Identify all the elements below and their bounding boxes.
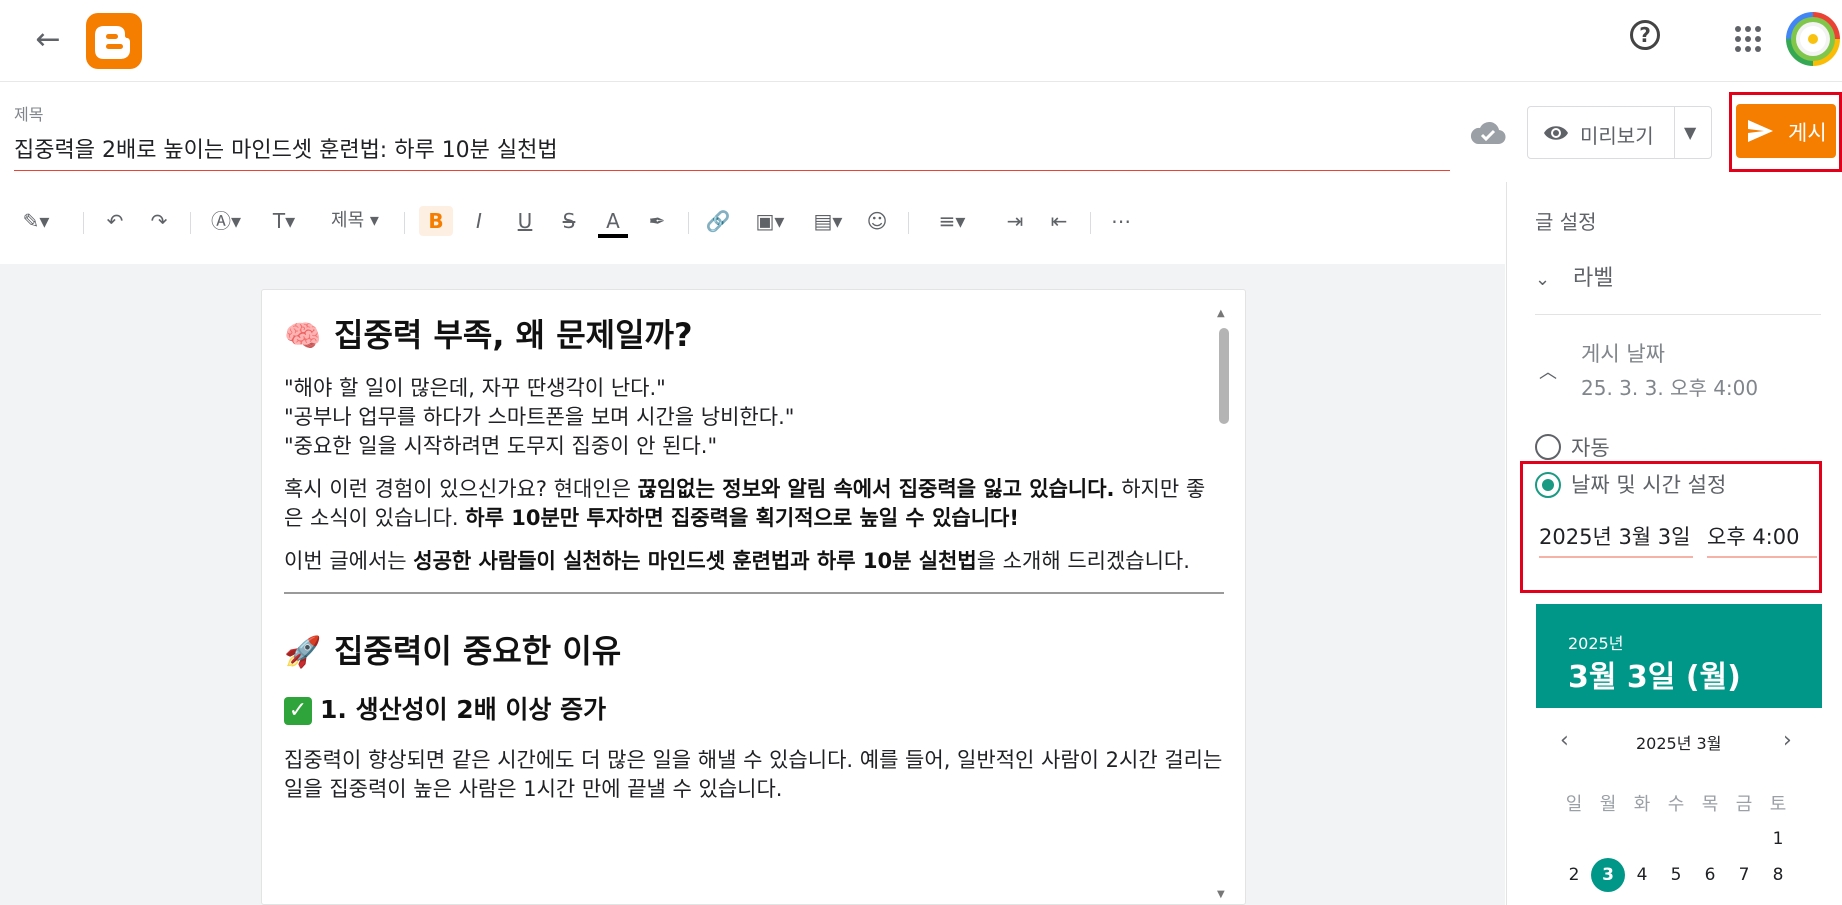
preview-label: 미리보기 xyxy=(1580,124,1654,148)
cloud-saved-icon xyxy=(1470,121,1506,145)
video-icon[interactable]: ▤▾ xyxy=(806,206,850,236)
underline-button[interactable]: U xyxy=(510,206,540,236)
highlight-date-box xyxy=(1520,461,1822,593)
blogger-b-icon xyxy=(95,26,130,59)
subheading-1: ✓ 1. 생산성이 2배 이상 증가 xyxy=(284,690,1224,726)
heading-2: 🚀 집중력이 중요한 이유 xyxy=(284,632,622,670)
editor-document[interactable]: 🧠 집중력 부족, 왜 문제일까? "해야 할 일이 많은데, 자꾸 딴생각이 난… xyxy=(261,289,1246,905)
calendar-month-label: 2025년 3월 xyxy=(1636,734,1722,753)
calendar-day[interactable]: 4 xyxy=(1625,858,1659,892)
bold-button[interactable]: B xyxy=(419,206,453,236)
italic-button[interactable]: I xyxy=(464,206,494,236)
undo-icon[interactable]: ↶ xyxy=(98,206,132,236)
font-icon[interactable]: Ⓐ▾ xyxy=(206,206,246,236)
emoji-icon[interactable]: ☺ xyxy=(862,206,892,236)
calendar-weekday: 목 xyxy=(1701,794,1719,815)
calendar-day[interactable]: 3 xyxy=(1591,858,1625,892)
calendar-weekday: 일 xyxy=(1565,794,1583,815)
help-icon[interactable]: ? xyxy=(1630,20,1660,50)
scroll-up-icon[interactable]: ▲ xyxy=(1217,308,1225,319)
avatar[interactable] xyxy=(1786,12,1840,66)
link-icon[interactable]: 🔗 xyxy=(703,206,733,236)
post-title-input[interactable]: 집중력을 2배로 높이는 마인드셋 훈련법: 하루 10분 실천법 xyxy=(14,133,1450,171)
calendar-weekday: 금 xyxy=(1735,794,1753,815)
highlight-pen-icon[interactable]: ✒ xyxy=(642,206,672,236)
highlight-publish-box xyxy=(1729,92,1842,172)
chevron-down-icon: ⌄ xyxy=(1535,269,1551,290)
scrollbar-thumb[interactable] xyxy=(1219,328,1229,424)
outdent-icon[interactable]: ⇤ xyxy=(1044,206,1074,236)
indent-icon[interactable]: ⇥ xyxy=(1000,206,1030,236)
image-icon[interactable]: ▣▾ xyxy=(748,206,792,236)
heading-label: 제목 xyxy=(331,210,365,231)
calendar-day[interactable]: 6 xyxy=(1693,858,1727,892)
text-color-button[interactable]: A xyxy=(598,206,628,238)
publish-date-heading[interactable]: 게시 날짜 xyxy=(1581,338,1665,368)
calendar-day[interactable]: 2 xyxy=(1557,858,1591,892)
check-icon: ✓ xyxy=(284,697,312,725)
align-icon[interactable]: ≡▾ xyxy=(930,206,974,236)
prev-month-icon[interactable]: ‹ xyxy=(1560,728,1569,753)
preview-button[interactable]: 미리보기 ▼ xyxy=(1527,106,1712,159)
calendar-weekday: 토 xyxy=(1769,794,1787,815)
radio-auto[interactable] xyxy=(1535,434,1561,460)
back-arrow-icon[interactable]: ← xyxy=(30,22,66,58)
chevron-up-icon[interactable]: ︿ xyxy=(1539,358,1557,384)
editor-toolbar: ✎▾ ↶ ↷ Ⓐ▾ T▾ 제목 ▾ B I U S A ✒ 🔗 ▣▾ ▤▾ ☺ … xyxy=(0,196,1505,246)
paragraph-intro: 혹시 이런 경험이 있으신가요? 현대인은 끊임없는 정보와 알림 속에서 집중… xyxy=(284,477,1206,530)
calendar-year[interactable]: 2025년 xyxy=(1568,630,1623,654)
brain-icon: 🧠 xyxy=(284,319,322,354)
paragraph-productivity: 집중력이 향상되면 같은 시간에도 더 많은 일을 해낼 수 있습니다. 예를 … xyxy=(284,748,1223,801)
chevron-down-icon[interactable]: ▼ xyxy=(1684,123,1696,142)
scroll-down-icon[interactable]: ▼ xyxy=(1217,889,1225,900)
pencil-mode-icon[interactable]: ✎▾ xyxy=(14,206,58,236)
redo-icon[interactable]: ↷ xyxy=(142,206,176,236)
blogger-logo[interactable] xyxy=(86,13,142,69)
calendar-header: 2025년 3월 3일 (월) xyxy=(1536,604,1822,708)
quote-block: "해야 할 일이 많은데, 자꾸 딴생각이 난다." "공부나 업무를 하다가 … xyxy=(284,376,795,458)
calendar-weekday: 화 xyxy=(1633,794,1651,815)
calendar-day[interactable]: 8 xyxy=(1761,858,1795,892)
calendar-weekday: 수 xyxy=(1667,794,1685,815)
eye-icon xyxy=(1544,126,1568,140)
title-label: 제목 xyxy=(14,105,44,124)
labels-section[interactable]: ⌄ 라벨 xyxy=(1535,260,1613,292)
paragraph-summary: 이번 글에서는 성공한 사람들이 실천하는 마인드셋 훈련법과 하루 10분 실… xyxy=(284,549,1190,573)
more-options-icon[interactable]: ⋯ xyxy=(1106,206,1136,236)
heading-dropdown[interactable]: 제목 ▾ xyxy=(322,206,388,236)
strikethrough-button[interactable]: S xyxy=(554,206,584,236)
top-bar: ← ? xyxy=(0,0,1842,82)
rocket-icon: 🚀 xyxy=(284,635,322,670)
calendar-day[interactable]: 7 xyxy=(1727,858,1761,892)
apps-grid-icon[interactable] xyxy=(1735,26,1761,52)
calendar-day[interactable]: 5 xyxy=(1659,858,1693,892)
calendar-selected-date: 3월 3일 (월) xyxy=(1568,660,1741,695)
heading-1: 🧠 집중력 부족, 왜 문제일까? xyxy=(284,316,693,354)
radio-auto-label: 자동 xyxy=(1571,436,1610,460)
publish-date-summary: 25. 3. 3. 오후 4:00 xyxy=(1581,376,1759,400)
calendar-day[interactable]: 1 xyxy=(1761,822,1795,856)
calendar-weekday: 월 xyxy=(1599,794,1617,815)
post-settings-title: 글 설정 xyxy=(1535,210,1597,234)
divider xyxy=(284,592,1224,594)
text-size-icon[interactable]: T▾ xyxy=(262,206,306,236)
next-month-icon[interactable]: › xyxy=(1783,728,1792,753)
